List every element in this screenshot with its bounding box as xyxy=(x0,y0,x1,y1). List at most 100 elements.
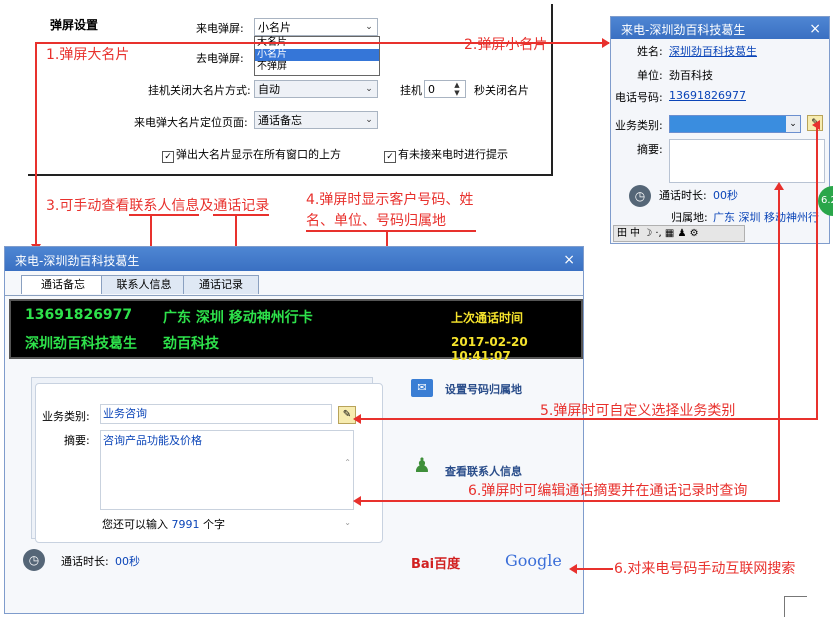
led-last-call-label: 上次通话时间 xyxy=(451,311,524,325)
locate-page-label: 来电弹大名片定位页面: xyxy=(134,116,248,129)
small-phone-label: 电话号码: xyxy=(615,91,663,104)
big-summary-textarea[interactable]: 咨询产品功能及价格 ⌃ ⌄ xyxy=(100,430,354,527)
google-search-button[interactable]: Google xyxy=(505,551,562,570)
small-phone-link[interactable]: 13691826977 xyxy=(669,89,746,102)
hangup-seconds-value: 0 xyxy=(428,83,435,96)
small-biz-label: 业务类别: xyxy=(615,119,663,132)
big-biz-label: 业务类别: xyxy=(42,410,90,423)
annotation-3-prefix: 3.可手动查看 xyxy=(46,198,130,214)
green-badge-text: 6.2 xyxy=(821,195,833,206)
big-duration-label: 通话时长: xyxy=(61,555,109,568)
led-last-call-time: 2017-02-20 10:41:07 xyxy=(451,335,528,363)
ime-tools-icon: ☽ ·, ▦ ♟ ⚙ xyxy=(640,228,699,239)
close-icon[interactable]: × xyxy=(563,252,575,268)
view-contact-link[interactable]: 查看联系人信息 xyxy=(445,463,522,479)
locate-page-select[interactable]: 通话备忘 ⌄ xyxy=(254,111,378,129)
small-name-label: 姓名: xyxy=(637,45,663,58)
chevron-down-icon: ⌄ xyxy=(365,22,373,32)
set-location-link[interactable]: 设置号码归属地 xyxy=(445,381,522,397)
small-name-link[interactable]: 深圳劲百科技葛生 xyxy=(669,43,757,59)
remaining-count: 7991 xyxy=(171,518,200,531)
tab-strip: 通话备忘 联系人信息 通话记录 xyxy=(5,273,583,296)
popup-option-none[interactable]: 不弹屏 xyxy=(255,61,379,73)
chevron-down-icon: ⌄ xyxy=(365,115,373,125)
locate-page-value: 通话备忘 xyxy=(258,114,302,127)
clock-icon: ◷ xyxy=(23,549,45,571)
annotation-4-line2: 名、单位、号码归属地 xyxy=(306,213,446,229)
mail-icon[interactable]: ✉ xyxy=(411,379,433,397)
close-icon[interactable]: × xyxy=(809,21,821,37)
annotation-4-line1: 4.弹屏时显示客户号码、姓 xyxy=(306,192,474,208)
baidu-search-button[interactable]: Bai百度 xyxy=(411,553,460,572)
checkbox-missed-label: 有未接来电时进行提示 xyxy=(398,148,508,161)
memo-panel: 业务类别: 业务咨询 ✎ 摘要: 咨询产品功能及价格 ⌃ ⌄ 您还可以输入 799… xyxy=(35,383,383,543)
remaining-chars: 您还可以输入 7991 个字 xyxy=(102,516,225,532)
small-location-value: 广东 深圳 移动神州行 xyxy=(713,211,819,224)
settings-title: 弹屏设置 xyxy=(50,18,99,32)
popup-settings-panel: 弹屏设置 来电弹屏: 小名片 ⌄ 大名片 小名片 不弹屏 去电弹屏: 挂机关闭大… xyxy=(28,4,553,176)
annotation-3-mid: 及 xyxy=(199,198,214,214)
clock-icon: ◷ xyxy=(629,185,651,207)
annotation-6b: 6.对来电号码手动互联网搜索 xyxy=(614,561,796,577)
checkbox-checked-icon: ✓ xyxy=(384,151,396,163)
annotation-3-contact: 联系人信息 xyxy=(129,198,200,216)
incoming-popup-label: 来电弹屏: xyxy=(196,22,244,35)
ime-icon: 田 xyxy=(617,228,627,239)
led-phone: 13691826977 xyxy=(25,307,133,323)
scroll-arrows-icon[interactable]: ⌃ ⌄ xyxy=(344,433,351,553)
checkbox-checked-icon: ✓ xyxy=(162,151,174,163)
tab-call-memo[interactable]: 通话备忘 xyxy=(21,275,105,294)
led-display: 13691826977 广东 深圳 移动神州行卡 上次通话时间 深圳劲百科技葛生… xyxy=(9,299,583,363)
ime-toolbar[interactable]: 田中 ☽ ·, ▦ ♟ ⚙ xyxy=(613,225,745,242)
annotation-4: 4.弹屏时显示客户号码、姓 名、单位、号码归属地 xyxy=(306,190,473,232)
baidu-logo-text: Bai百度 xyxy=(411,557,461,572)
annotation-3: 3.可手动查看联系人信息及通话记录 xyxy=(46,195,270,216)
popup-option-small[interactable]: 小名片 xyxy=(255,49,379,61)
chevron-down-icon: ⌄ xyxy=(365,84,373,94)
small-card-titlebar: 来电-深圳劲百科技葛生 × xyxy=(611,17,829,39)
hangup-seconds-spinner[interactable]: 0 ▲ ▼ xyxy=(424,80,466,98)
chevron-down-icon: ⌄ xyxy=(786,116,800,132)
hangup-label: 挂机 xyxy=(400,84,422,97)
small-summary-input[interactable] xyxy=(669,139,825,183)
incoming-popup-value: 小名片 xyxy=(258,21,291,34)
hangup-close-value: 自动 xyxy=(258,83,280,96)
big-summary-label: 摘要: xyxy=(64,434,90,447)
google-logo-text: Google xyxy=(505,551,562,570)
checkbox-on-top-label: 弹出大名片显示在所有窗口的上方 xyxy=(176,148,341,161)
seconds-close-label: 秒关闭名片 xyxy=(474,84,529,97)
hangup-close-select[interactable]: 自动 ⌄ xyxy=(254,80,378,98)
corner-mark xyxy=(784,596,807,617)
big-card-window: 来电-深圳劲百科技葛生 × 通话备忘 联系人信息 通话记录 1369182697… xyxy=(4,246,584,614)
checkbox-missed[interactable]: ✓ 有未接来电时进行提示 xyxy=(384,146,508,163)
big-biz-input[interactable]: 业务咨询 xyxy=(100,404,332,424)
tab-contact-info[interactable]: 联系人信息 xyxy=(101,275,187,294)
led-unit: 劲百科技 xyxy=(163,336,219,352)
big-card-title: 来电-深圳劲百科技葛生 xyxy=(15,254,140,268)
checkbox-on-top[interactable]: ✓ 弹出大名片显示在所有窗口的上方 xyxy=(162,146,341,163)
ime-mode-label: 中 xyxy=(630,228,640,239)
small-unit-value: 劲百科技 xyxy=(669,69,713,82)
hangup-close-label: 挂机关闭大名片方式: xyxy=(148,84,251,97)
big-biz-value: 业务咨询 xyxy=(103,407,147,420)
small-duration-label: 通话时长: xyxy=(659,189,707,202)
outgoing-popup-label: 去电弹屏: xyxy=(196,52,244,65)
small-summary-label: 摘要: xyxy=(637,143,663,156)
incoming-popup-select[interactable]: 小名片 ⌄ xyxy=(254,18,378,36)
led-location: 广东 深圳 移动神州行卡 xyxy=(163,310,313,326)
spinner-arrows-icon[interactable]: ▲ ▼ xyxy=(449,81,465,97)
tab-call-records[interactable]: 通话记录 xyxy=(183,275,259,294)
big-summary-value: 咨询产品功能及价格 xyxy=(103,434,202,447)
annotation-2: 2.弹屏小名片 xyxy=(464,37,548,53)
contact-person-icon[interactable]: ♟ xyxy=(413,453,433,477)
big-card-titlebar: 来电-深圳劲百科技葛生 × xyxy=(5,247,583,271)
small-unit-label: 单位: xyxy=(637,69,663,82)
big-duration-value: 00秒 xyxy=(115,555,140,568)
remaining-prefix: 您还可以输入 xyxy=(102,518,168,531)
small-biz-select[interactable]: ⌄ xyxy=(669,115,801,133)
led-name: 深圳劲百科技葛生 xyxy=(25,336,137,352)
small-card-title: 来电-深圳劲百科技葛生 xyxy=(621,23,746,37)
small-card-window: 来电-深圳劲百科技葛生 × 姓名: 深圳劲百科技葛生 单位: 劲百科技 电话号码… xyxy=(610,16,830,244)
annotation-6a: 6.弹屏时可编辑通话摘要并在通话记录时查询 xyxy=(468,483,748,499)
small-duration-value: 00秒 xyxy=(713,189,738,202)
